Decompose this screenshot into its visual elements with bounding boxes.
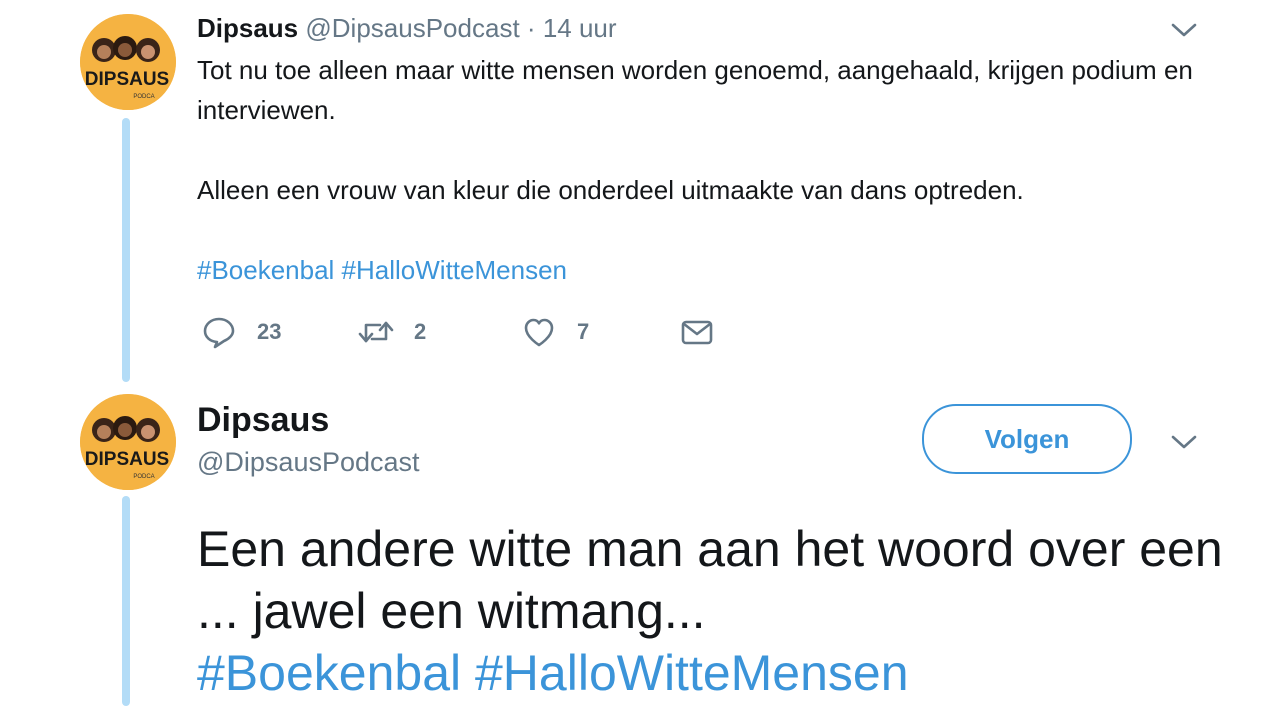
author-handle[interactable]: @DipsausPodcast	[197, 446, 420, 478]
retweet-button[interactable]: 2	[358, 310, 426, 354]
reply-button[interactable]: 23	[201, 310, 281, 354]
tweet-paragraph: Een andere witte man aan het woord over …	[197, 521, 1223, 639]
reply-icon	[203, 317, 235, 349]
like-button[interactable]: 7	[521, 310, 589, 354]
reply-count: 23	[257, 319, 282, 344]
like-icon	[524, 318, 554, 347]
like-count: 7	[577, 319, 590, 344]
author-name[interactable]: Dipsaus	[197, 13, 298, 43]
thread-line-1	[122, 118, 130, 382]
timestamp[interactable]: 14 uur	[543, 13, 617, 43]
author-name[interactable]: Dipsaus	[197, 400, 329, 440]
tweet-text: Tot nu toe alleen maar witte mensen word…	[197, 50, 1197, 290]
hashtags[interactable]: #Boekenbal #HalloWitteMensen	[197, 250, 1197, 290]
author-handle[interactable]: @DipsausPodcast	[305, 13, 519, 43]
avatar-logo-text: DIPSAUS	[85, 69, 169, 90]
chevron-down-icon[interactable]	[1169, 432, 1199, 452]
chevron-down-icon[interactable]	[1169, 20, 1199, 40]
separator: ·	[526, 13, 536, 43]
tweet-text: Een andere witte man aan het woord over …	[197, 518, 1257, 704]
avatar-logo-text: DIPSAUS	[85, 449, 169, 470]
tweet-paragraph: Tot nu toe alleen maar witte mensen word…	[197, 55, 1193, 125]
avatar[interactable]: DIPSAUS PODCA	[80, 394, 176, 490]
retweet-icon	[358, 321, 394, 343]
avatar-logo-subtext: PODCA	[133, 94, 154, 100]
thread-line-2	[122, 496, 130, 706]
direct-message-button[interactable]	[679, 310, 735, 354]
tweet-header: Dipsaus @DipsausPodcast · 14 uur	[197, 12, 617, 44]
hashtags[interactable]: #Boekenbal #HalloWitteMensen	[197, 642, 1257, 704]
retweet-count: 2	[414, 319, 427, 344]
message-icon	[681, 320, 713, 345]
tweet-actions: 23 2 7	[197, 310, 757, 354]
avatar[interactable]: DIPSAUS PODCA	[80, 14, 176, 110]
follow-button[interactable]: Volgen	[922, 404, 1132, 474]
tweet-paragraph: Alleen een vrouw van kleur die onderdeel…	[197, 175, 1024, 205]
avatar-logo-subtext: PODCA	[133, 474, 154, 480]
